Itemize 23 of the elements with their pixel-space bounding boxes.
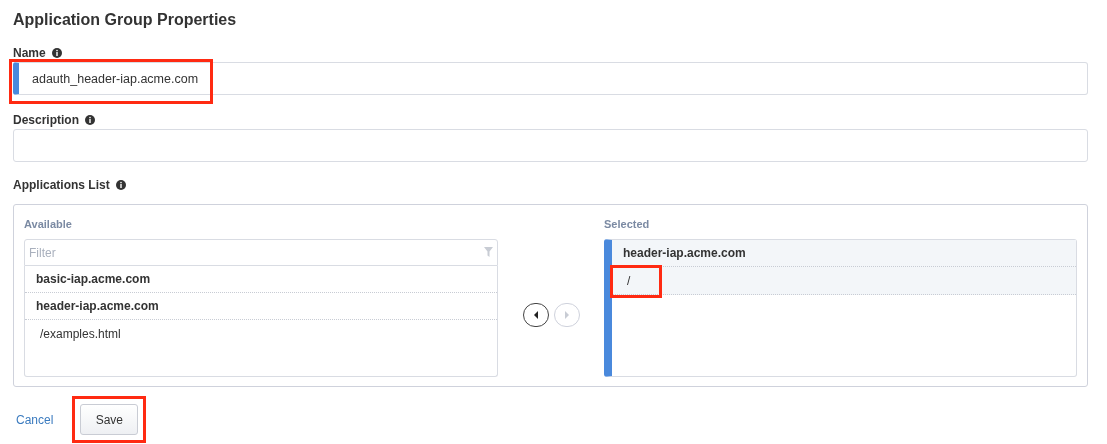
input-field[interactable] bbox=[13, 129, 1088, 162]
info-icon bbox=[51, 48, 62, 58]
list-item[interactable]: header-iap.acme.com bbox=[612, 240, 1076, 267]
column-label: Available bbox=[24, 218, 73, 230]
info-icon bbox=[85, 115, 95, 125]
list-item[interactable]: / bbox=[612, 267, 1076, 295]
field-label: Name bbox=[13, 46, 46, 60]
cancel-link[interactable]: Cancel bbox=[16, 412, 54, 427]
field-label: Description bbox=[13, 113, 79, 127]
field-label: Applications List bbox=[13, 178, 110, 192]
save-button[interactable]: Save bbox=[80, 404, 139, 435]
caret-icon bbox=[563, 311, 570, 319]
list-item[interactable]: basic-iap.acme.com bbox=[25, 266, 497, 293]
filter-icon bbox=[484, 247, 493, 257]
list-item[interactable]: header-iap.acme.com bbox=[25, 293, 497, 320]
list-item[interactable]: /examples.html bbox=[25, 320, 497, 348]
input-field[interactable]: adauth_header-iap.acme.com bbox=[13, 62, 1088, 95]
column-label: Selected bbox=[604, 218, 651, 230]
move-left-button[interactable] bbox=[522, 303, 549, 327]
filter-field[interactable]: Filter bbox=[24, 239, 498, 266]
page-title: Application Group Properties bbox=[13, 11, 238, 29]
info-icon bbox=[115, 180, 126, 190]
caret-icon bbox=[532, 311, 539, 319]
